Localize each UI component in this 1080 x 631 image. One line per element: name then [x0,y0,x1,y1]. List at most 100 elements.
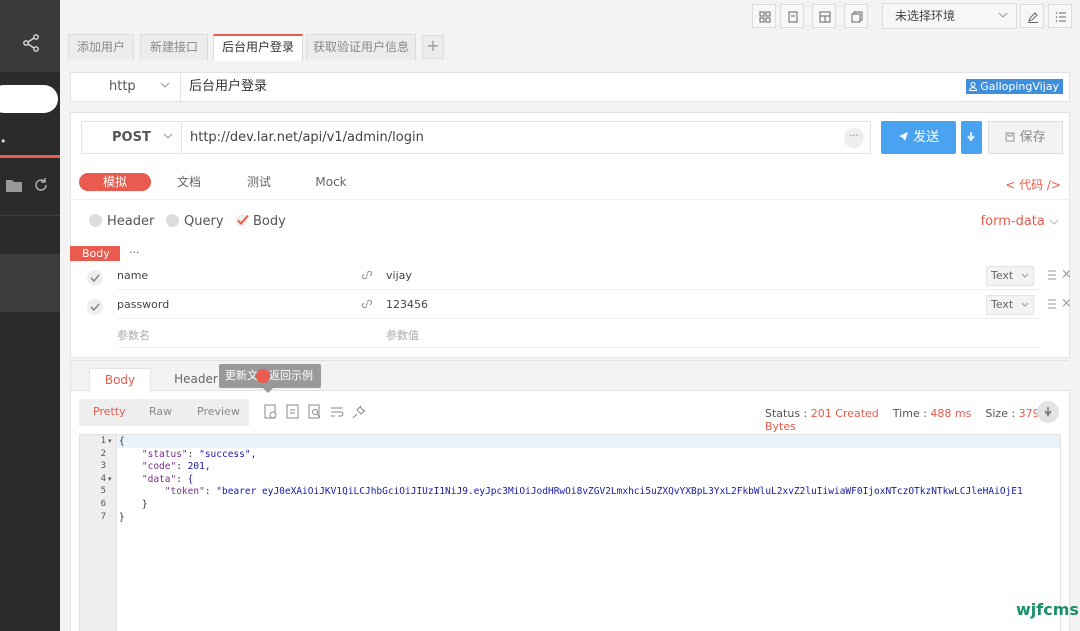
link-icon[interactable] [361,298,373,310]
param-name-input[interactable]: 参数名 [117,327,150,343]
sidebar-header [0,0,60,72]
param-name[interactable]: name [117,269,148,282]
param-value-input[interactable]: 参数值 [386,327,419,343]
send-options-button[interactable] [961,121,982,154]
param-type-select[interactable]: Text [986,295,1034,315]
param-type-select[interactable]: Text [986,266,1034,286]
tab-get-user-info[interactable]: 获取验证用户信息 [306,34,416,60]
time-label: Time : [892,407,927,420]
param-checkbox[interactable] [87,299,103,315]
code-line: } [119,511,125,523]
subtab-simulate[interactable]: 模拟 [79,173,151,191]
toolbar-button-2[interactable] [780,4,804,28]
content-type-select[interactable]: form-data [981,213,1059,231]
api-name-input[interactable]: 后台用户登录 [189,73,267,101]
subtab-test[interactable]: 测试 [239,173,279,191]
refresh-icon[interactable] [33,177,49,193]
floppy-icon [1005,132,1015,142]
environment-select-value: 未选择环境 [895,9,956,23]
pencil-icon [1028,12,1038,23]
link-icon[interactable] [361,269,373,281]
method-select[interactable]: POST [82,122,182,153]
tab-new-api[interactable]: 新建接口 [140,34,208,60]
radio-body[interactable]: Body [235,213,286,231]
document-icon[interactable] [285,404,301,420]
checkmark-icon [235,214,249,227]
response-tabs: Body Header 更新文档返回示例 [71,361,1071,393]
new-tab-button[interactable]: + [422,35,444,59]
row-divider [117,318,1041,319]
status-value: 201 Created [810,407,879,420]
app-sidebar: • [0,0,60,631]
param-value[interactable]: 123456 [386,298,428,311]
code-line: "code": 201, [141,461,211,473]
drag-handle-icon[interactable] [1047,269,1057,281]
request-subtabs: 模拟 文档 测试 Mock < 代码 /> [71,170,1071,196]
chevron-down-icon [998,12,1008,18]
search-doc-icon[interactable] [307,404,323,420]
edit-environment-button[interactable] [1020,4,1044,28]
drag-handle-icon[interactable] [1047,298,1057,310]
chevron-down-icon [1021,302,1029,307]
list-icon [1055,12,1066,22]
user-badge[interactable]: GallopingVijay [965,79,1063,94]
divider [71,199,1071,200]
sidebar-divider [0,215,60,216]
format-preview[interactable]: Preview [197,404,240,420]
tab-add-user[interactable]: 添加用户 [68,34,134,60]
response-tab-body[interactable]: Body [89,368,151,392]
tooltip-arrow [263,388,273,393]
toolbar-button-1[interactable] [752,4,776,28]
radio-header-label: Header [107,214,155,229]
download-response-button[interactable] [1037,401,1059,423]
param-row: password 123456 Text × [81,292,1072,320]
response-status-line: Status : 201 Created Time : 488 ms Size … [765,407,1069,433]
code-link[interactable]: < 代码 /> [1005,176,1061,193]
tab-admin-login[interactable]: 后台用户登录 [213,34,303,61]
chevron-down-icon [1049,219,1059,225]
code-line: "token": "bearer eyJ0eXAiOiJKV1QiLCJhbGc… [164,486,1023,498]
send-button[interactable]: 发送 [881,121,956,154]
radio-body-label: Body [253,214,286,229]
url-more-button[interactable]: ··· [844,128,864,148]
url-input[interactable]: http://dev.lar.net/api/v1/admin/login [190,122,424,153]
toolbar-button-3[interactable] [812,4,836,28]
sidebar-search-input[interactable] [0,85,58,113]
fold-toggle-icon[interactable]: ▾ [108,437,112,445]
param-name[interactable]: password [117,298,169,311]
body-more-button[interactable]: ··· [129,246,140,259]
row-divider [117,347,1041,348]
folder-add-icon[interactable] [5,178,23,193]
active-line-highlight [118,435,1060,448]
environment-select[interactable]: 未选择环境 [882,3,1017,29]
param-checkbox[interactable] [87,270,103,286]
format-pretty[interactable]: Pretty [93,404,126,420]
protocol-select[interactable]: http [71,73,181,101]
code-line: "status": "success", [141,448,257,460]
fold-toggle-icon[interactable]: ▾ [108,475,112,483]
subtab-docs[interactable]: 文档 [169,173,209,191]
plug-icon[interactable] [351,404,367,420]
share-icon[interactable] [22,33,42,53]
toolbar-button-4[interactable] [844,4,868,28]
delete-param-button[interactable]: × [1061,296,1072,311]
response-code-editor[interactable]: 1 ▾ 2 3 4 ▾ 5 6 7 { "status": "success", "code":… [79,434,1061,631]
radio-query[interactable]: Query [166,213,224,231]
update-doc-icon[interactable] [263,404,279,420]
response-tab-header[interactable]: Header [171,368,221,392]
line-number-gutter: 1 ▾ 2 3 4 ▾ 5 6 7 [80,435,117,631]
save-button[interactable]: 保存 [988,121,1063,154]
environment-list-button[interactable] [1048,4,1072,28]
delete-param-button[interactable]: × [1061,267,1072,282]
format-raw[interactable]: Raw [149,404,172,420]
sidebar-selected-item[interactable] [0,254,60,312]
subtab-mock[interactable]: Mock [311,173,351,191]
content-type-value: form-data [980,214,1045,229]
body-type-radios: Header Query Body form-data [71,211,1071,233]
line-number: 2 [100,448,106,459]
response-panel: Body Header 更新文档返回示例 Pretty Raw Preview … [70,360,1071,631]
wrap-icon[interactable] [329,404,345,420]
param-value[interactable]: vijay [386,269,412,282]
radio-header[interactable]: Header [89,213,154,231]
param-type-value: Text [991,298,1014,311]
